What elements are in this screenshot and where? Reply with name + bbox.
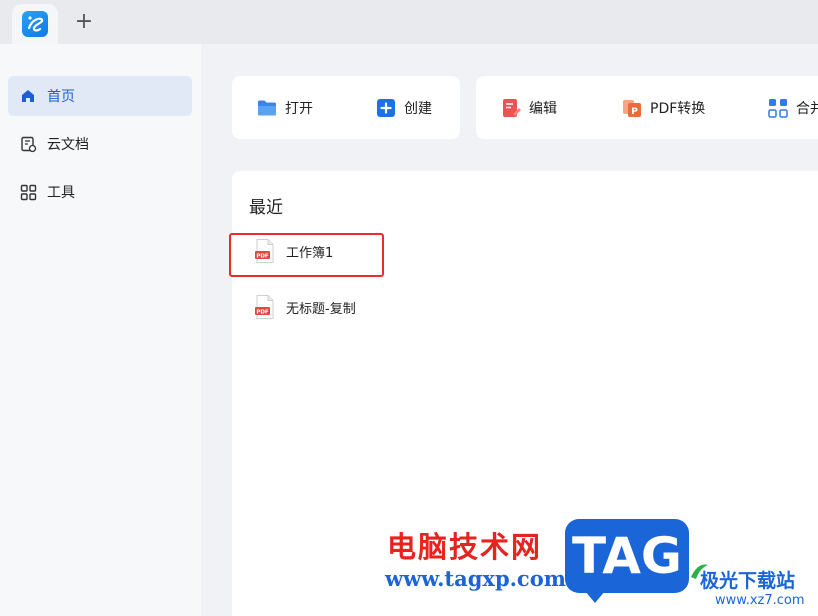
- svg-text:P: P: [631, 107, 638, 117]
- recent-file-name: 无标题-复制: [286, 301, 356, 317]
- cloud-doc-icon: [19, 135, 37, 153]
- sidebar: 首页 云文档 工具: [0, 44, 201, 616]
- merge-icon: [767, 97, 789, 119]
- highlight-box: [229, 233, 384, 277]
- svg-text:PDF: PDF: [256, 309, 269, 315]
- plus-square-icon: [375, 97, 397, 119]
- merge-button[interactable]: 合并: [767, 96, 818, 120]
- recent-title: 最近: [249, 198, 283, 218]
- sidebar-item-label: 工具: [47, 185, 75, 201]
- open-label: 打开: [285, 101, 313, 117]
- open-button[interactable]: 打开: [256, 96, 313, 120]
- home-tab[interactable]: [12, 4, 58, 44]
- pdf-convert-icon: P: [621, 97, 643, 119]
- pdf-convert-button[interactable]: P PDF转换: [621, 96, 705, 120]
- create-button[interactable]: 创建: [375, 96, 432, 120]
- watermark-url: www.tagxp.com: [385, 566, 566, 591]
- merge-label: 合并: [796, 101, 818, 117]
- pdf-file-icon: PDF: [254, 294, 276, 320]
- recent-file-row[interactable]: PDF 无标题-复制: [254, 294, 356, 320]
- sidebar-item-cloud-docs[interactable]: 云文档: [8, 124, 192, 164]
- create-label: 创建: [404, 101, 432, 117]
- folder-open-icon: [256, 97, 278, 119]
- watermark-site-url: www.xz7.com: [715, 593, 805, 608]
- edit-doc-icon: [500, 97, 522, 119]
- home-icon: [19, 87, 37, 105]
- sidebar-item-home[interactable]: 首页: [8, 76, 192, 116]
- title-bar: +: [0, 0, 818, 44]
- app-logo-icon: [22, 11, 48, 37]
- tools-grid-icon: [19, 183, 37, 201]
- sidebar-item-tools[interactable]: 工具: [8, 172, 192, 212]
- watermark-site-name: 极光下载站: [700, 570, 796, 592]
- sidebar-item-label: 首页: [47, 89, 75, 105]
- edit-label: 编辑: [529, 101, 557, 117]
- edit-button[interactable]: 编辑: [500, 96, 557, 120]
- quick-actions-secondary: 编辑 P PDF转换 合并: [476, 76, 818, 139]
- sidebar-item-label: 云文档: [47, 137, 89, 153]
- quick-actions-primary: 打开 创建: [232, 76, 460, 139]
- new-tab-button[interactable]: +: [73, 10, 95, 34]
- pdf-convert-label: PDF转换: [650, 101, 706, 117]
- watermark-cn-text: 电脑技术网: [387, 530, 543, 564]
- watermark-tag-logo: TAG: [565, 519, 689, 603]
